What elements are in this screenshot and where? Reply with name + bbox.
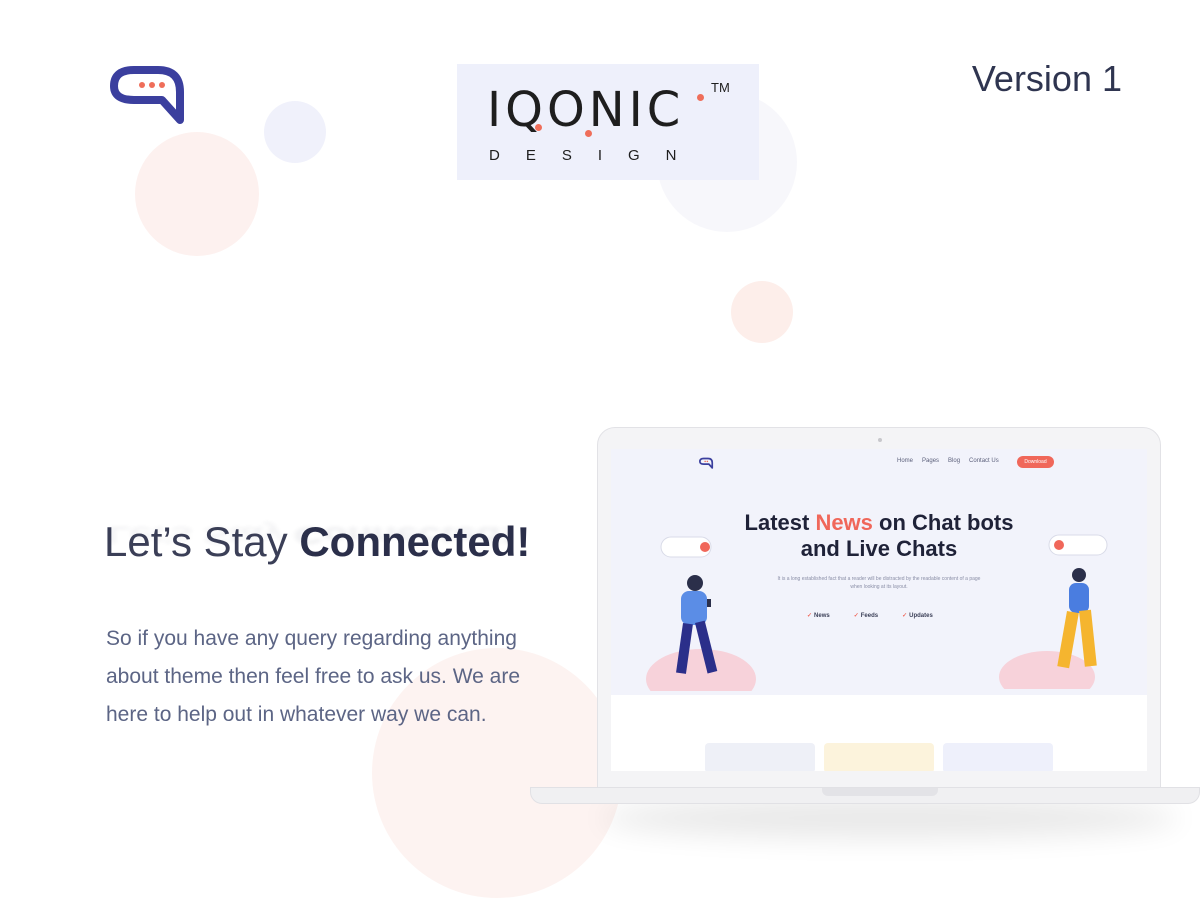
- intro-paragraph: So if you have any query regarding anyth…: [106, 627, 521, 726]
- preview-card: [705, 743, 815, 771]
- check-icon: ✓: [902, 613, 908, 619]
- woman-with-phone-illustration: [999, 534, 1108, 689]
- preview-card: [824, 743, 934, 771]
- laptop-camera: [878, 438, 882, 442]
- preview-nav-contact[interactable]: Contact Us: [969, 458, 999, 464]
- laptop-screen: Home Pages Blog Contact Us Download Late…: [611, 449, 1147, 771]
- brand-subtitle: DESIGN: [489, 147, 703, 164]
- laptop-shadow: [600, 798, 1180, 838]
- mini-chat-logo-icon: [699, 457, 714, 469]
- preview-nav-pages[interactable]: Pages: [922, 458, 939, 464]
- preview-nav-blog[interactable]: Blog: [948, 458, 960, 464]
- brand-dot: [535, 124, 542, 131]
- decorative-circle: [135, 132, 259, 256]
- preview-hero-tags: ✓ News ✓ Feeds ✓ Updates: [807, 612, 933, 619]
- preview-nav-home[interactable]: Home: [897, 458, 913, 464]
- check-icon: ✓: [807, 613, 813, 619]
- brand-trademark: TM: [711, 80, 730, 95]
- headline-reflection: Let’s Stay Connected!: [108, 521, 515, 548]
- laptop-notch: [822, 788, 938, 796]
- iqonic-design-logo: IQONIC TM DESIGN: [457, 64, 759, 180]
- preview-tag-feeds: ✓ Feeds: [853, 613, 879, 619]
- preview-download-button[interactable]: Download: [1017, 456, 1054, 468]
- chat-bubble-logo-icon: [110, 66, 184, 124]
- preview-hero-description: It is a long established fact that a rea…: [777, 576, 981, 590]
- preview-nav: Home Pages Blog Contact Us: [897, 458, 999, 464]
- decorative-circle: [731, 281, 793, 343]
- version-label: Version 1: [971, 58, 1122, 99]
- preview-title-part1: Latest: [744, 510, 816, 535]
- decorative-circle: [264, 101, 326, 163]
- preview-card: [943, 743, 1053, 771]
- preview-tag-updates: ✓ Updates: [902, 613, 933, 619]
- brand-dot: [585, 130, 592, 137]
- preview-hero: Home Pages Blog Contact Us Download Late…: [611, 449, 1147, 695]
- brand-dot: [697, 94, 704, 101]
- preview-title-accent: News: [815, 510, 873, 535]
- preview-tag-news: ✓ News: [807, 613, 830, 619]
- preview-hero-title: Latest News on Chat bots and Live Chats: [741, 510, 1017, 562]
- check-icon: ✓: [853, 613, 859, 619]
